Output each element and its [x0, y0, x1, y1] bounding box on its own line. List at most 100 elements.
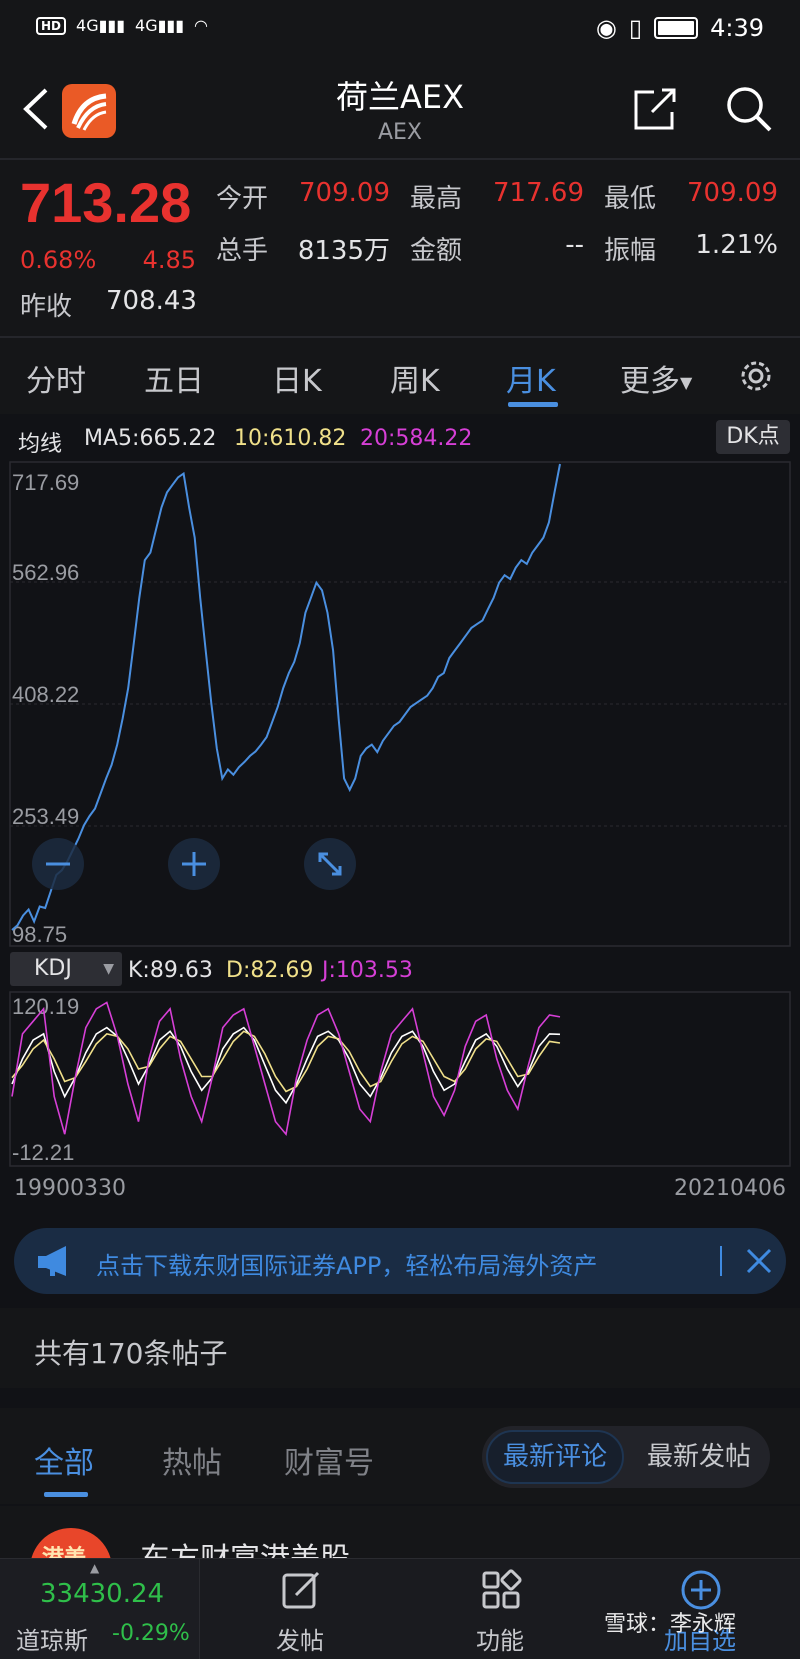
sort-toggle: 最新评论 最新发帖	[482, 1426, 770, 1488]
amount-label: 金额	[410, 236, 463, 266]
post-list: 港美 东方财富港美股	[0, 1506, 800, 1566]
index-change: -0.29%	[112, 1621, 190, 1646]
amplitude-value: 1.21%	[695, 230, 778, 260]
posts-count-text: 共有170条帖子	[34, 1337, 228, 1370]
tab-all-posts[interactable]: 全部	[34, 1438, 94, 1482]
index-value: 33430.24	[40, 1579, 165, 1609]
posts-count-bar: 共有170条帖子	[0, 1308, 800, 1388]
functions-button[interactable]: 功能	[440, 1559, 560, 1659]
status-time: 4:39	[710, 14, 764, 42]
period-tabs: 分时 五日 日K 周K 月K 更多▼	[0, 338, 800, 414]
post-tab-underline	[44, 1492, 88, 1497]
indicator-select[interactable]: KDJ ▼	[10, 952, 122, 986]
banner-separator	[720, 1246, 722, 1276]
date-axis: 19900330 20210406	[0, 1172, 800, 1212]
kdj-series	[11, 1001, 561, 1137]
gear-icon[interactable]	[736, 356, 776, 396]
kdj-tick-label: 120.19	[12, 994, 79, 1019]
kdj-k-value: K:89.63	[128, 958, 213, 983]
page-title: 荷兰AEX	[335, 78, 465, 116]
price-line	[11, 463, 561, 931]
ma-label: 均线	[18, 432, 63, 457]
kdj-tick-label: -12.21	[12, 1140, 74, 1165]
tab-more-label: 更多	[620, 364, 680, 399]
ma5-value: MA5:665.22	[84, 426, 217, 451]
signal-4g-1: 4G▮▮▮	[76, 16, 126, 35]
status-bar: HD 4G▮▮▮ 4G▮▮▮ ◠ ◉ ▯ 4:39	[0, 0, 800, 62]
tab-underline	[508, 402, 558, 407]
open-label: 今开	[216, 184, 269, 214]
vibrate-icon: ▯	[628, 14, 643, 42]
signal-4g-2: 4G▮▮▮	[135, 16, 185, 35]
plus-circle-icon	[681, 1570, 721, 1610]
volume-label: 总手	[216, 236, 269, 266]
price-tick-label: 253.49	[12, 804, 79, 829]
ma-row: 均线 MA5:665.22 10:610.82 20:584.22 DK点	[0, 414, 800, 462]
tab-weekly-k[interactable]: 周K	[390, 356, 440, 400]
kdj-d-value: D:82.69	[226, 958, 314, 983]
kdj-row: KDJ ▼ K:89.63 D:82.69 J:103.53	[0, 948, 800, 990]
tab-hot-posts[interactable]: 热帖	[162, 1438, 222, 1482]
close-icon[interactable]	[744, 1246, 774, 1276]
post-label: 发帖	[276, 1627, 324, 1655]
end-date: 20210406	[674, 1176, 786, 1201]
kdj-j-value: J:103.53	[322, 958, 413, 983]
dk-point-button[interactable]: DK点	[716, 420, 790, 454]
change-value: 4.85	[142, 246, 196, 274]
price-tick-label: 717.69	[12, 470, 79, 495]
page-subtitle: AEX	[377, 120, 423, 145]
high-label: 最高	[410, 184, 463, 214]
nav-bar: 荷兰AEX AEX	[0, 62, 800, 158]
grid-icon	[482, 1569, 522, 1609]
functions-label: 功能	[476, 1627, 524, 1655]
chart-area[interactable]: 717.69 562.96 408.22 253.49 98.75 120.19…	[0, 460, 800, 1172]
low-label: 最低	[604, 184, 657, 214]
battery-icon	[654, 17, 699, 39]
promo-banner[interactable]: 点击下载东财国际证券APP，轻松布局海外资产	[14, 1228, 786, 1294]
wifi-icon: ◠	[194, 16, 208, 35]
index-ticker[interactable]: ▲ 33430.24 道琼斯 -0.29%	[0, 1559, 200, 1659]
low-value: 709.09	[687, 178, 778, 208]
status-left: HD 4G▮▮▮ 4G▮▮▮ ◠	[36, 16, 208, 35]
megaphone-icon	[38, 1246, 66, 1276]
tab-intraday[interactable]: 分时	[26, 356, 86, 400]
watermark: 雪球：李永辉	[604, 1612, 737, 1637]
ma20-value: 20:584.22	[360, 426, 473, 451]
index-name: 道琼斯	[16, 1627, 88, 1655]
indicator-select-label: KDJ	[34, 956, 72, 981]
amplitude-label: 振幅	[604, 236, 657, 266]
kdj-j-line	[11, 1001, 561, 1137]
tab-fortune-account[interactable]: 财富号	[284, 1438, 374, 1482]
post-button[interactable]: 发帖	[240, 1559, 360, 1659]
last-price: 713.28	[20, 171, 192, 234]
zoom-in-button[interactable]	[168, 838, 220, 890]
caret-down-icon: ▼	[103, 961, 114, 977]
amount-value: --	[565, 230, 584, 260]
status-right: ◉ ▯ 4:39	[596, 14, 764, 42]
hd-badge: HD	[36, 16, 67, 35]
tab-more[interactable]: 更多▼	[620, 356, 692, 400]
change-percent: 0.68%	[20, 246, 97, 274]
high-value: 717.69	[493, 178, 584, 208]
kdj-d-line	[11, 1030, 561, 1093]
ma10-value: 10:610.82	[234, 426, 347, 451]
banner-text: 点击下载东财国际证券APP，轻松布局海外资产	[96, 1252, 598, 1280]
tab-monthly-k[interactable]: 月K	[506, 356, 556, 400]
price-tick-label: 98.75	[12, 922, 67, 947]
caret-down-icon: ▼	[680, 373, 693, 392]
fullscreen-button[interactable]	[304, 838, 356, 890]
search-button[interactable]	[724, 84, 774, 134]
sort-latest-posts[interactable]: 最新发帖	[632, 1430, 766, 1484]
edit-icon	[282, 1571, 320, 1609]
price-series	[11, 463, 561, 931]
open-value: 709.09	[299, 178, 390, 208]
start-date: 19900330	[14, 1176, 126, 1201]
sort-latest-comments[interactable]: 最新评论	[486, 1430, 624, 1484]
tab-five-day[interactable]: 五日	[144, 356, 204, 400]
quote-panel: 713.28 0.68% 4.85 昨收 708.43 今开 709.09 最高…	[0, 160, 800, 336]
zoom-out-button[interactable]	[32, 838, 84, 890]
prev-close-label: 昨收	[20, 292, 73, 322]
prev-close-value: 708.43	[106, 286, 197, 316]
share-button[interactable]	[632, 86, 678, 132]
tab-daily-k[interactable]: 日K	[272, 356, 322, 400]
